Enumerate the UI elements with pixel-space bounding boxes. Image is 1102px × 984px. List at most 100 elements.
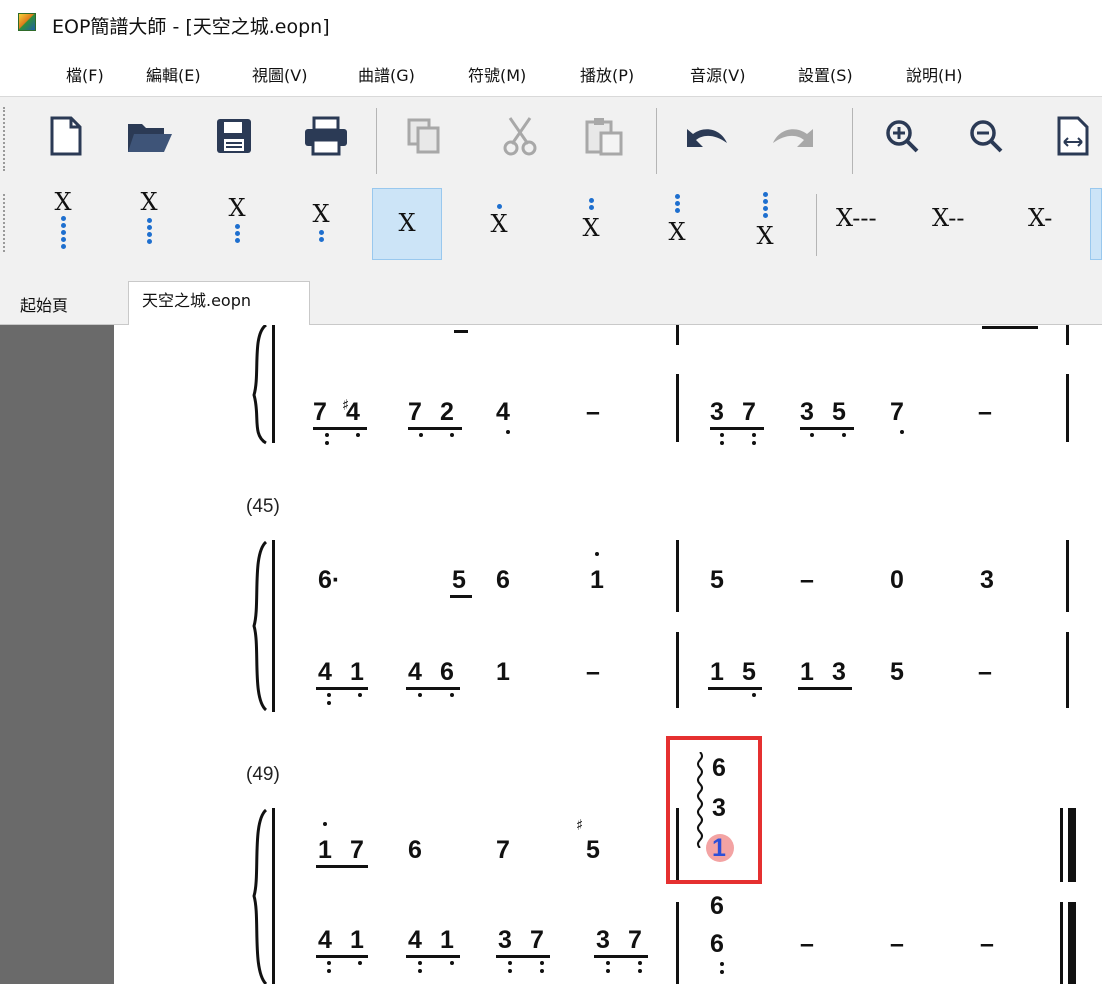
menu-view[interactable]: 視圖(V) — [252, 62, 307, 86]
duration-button-6[interactable]: X — [464, 188, 534, 260]
cut-icon[interactable] — [496, 112, 544, 160]
high-dot — [323, 822, 327, 826]
page-width-icon[interactable] — [1050, 112, 1098, 160]
duration-button-7[interactable]: X — [556, 188, 626, 260]
low-dot — [327, 969, 331, 973]
chord-note[interactable]: 6 — [712, 756, 726, 781]
note[interactable]: 0 — [890, 568, 904, 593]
note[interactable]: 7 — [628, 928, 642, 953]
note[interactable]: 4 — [408, 660, 422, 685]
note-dotted[interactable]: 6· — [318, 568, 340, 593]
note[interactable]: 1 — [350, 928, 364, 953]
low-dot — [419, 433, 423, 437]
note[interactable]: 3 — [832, 660, 846, 685]
rest-dash: – — [800, 930, 814, 958]
redo-icon[interactable] — [764, 112, 820, 160]
duration-button-2[interactable]: X — [114, 188, 184, 260]
page-margin — [0, 325, 114, 984]
note[interactable]: 7 — [350, 838, 364, 863]
toolbar-separator — [852, 108, 853, 174]
note[interactable]: 6 — [408, 838, 422, 863]
paste-icon[interactable] — [580, 112, 628, 160]
toolbar-grip[interactable] — [3, 194, 9, 252]
note[interactable]: 7 — [530, 928, 544, 953]
note[interactable]: 5 — [832, 400, 846, 425]
length-button-three-quarter[interactable]: X-- — [932, 204, 964, 232]
menu-score[interactable]: 曲譜(G) — [358, 62, 415, 86]
note[interactable]: 7 — [890, 400, 904, 425]
low-dot — [752, 693, 756, 697]
note[interactable]: 4 — [318, 928, 332, 953]
note[interactable]: 7 — [742, 400, 756, 425]
menu-file[interactable]: 檔(F) — [66, 62, 104, 86]
menu-help[interactable]: 說明(H) — [906, 62, 963, 86]
duration-button-8[interactable]: X — [642, 188, 712, 260]
menu-edit[interactable]: 編輯(E) — [146, 62, 201, 86]
copy-icon[interactable] — [400, 112, 448, 160]
duration-button-4[interactable]: X — [286, 188, 356, 260]
note[interactable]: 7 — [496, 838, 510, 863]
duration-button-9[interactable]: X — [730, 188, 800, 260]
length-button-half[interactable]: X- — [1028, 204, 1052, 232]
note[interactable]: 1 — [496, 660, 510, 685]
note-x-label: X — [398, 209, 416, 237]
toolbar-grip[interactable] — [3, 107, 9, 171]
menu-sound-source[interactable]: 音源(V) — [690, 62, 745, 86]
barline — [676, 374, 679, 442]
note[interactable]: 2 — [440, 400, 454, 425]
note[interactable]: 6 — [440, 660, 454, 685]
zoom-out-icon[interactable] — [962, 112, 1010, 160]
note[interactable]: 1 — [710, 660, 724, 685]
length-button-whole[interactable]: X--- — [836, 204, 877, 232]
note[interactable]: 3 — [800, 400, 814, 425]
chord-note[interactable]: 3 — [712, 796, 726, 821]
toolbar-separator — [656, 108, 657, 174]
toolbar-overflow-button[interactable] — [1090, 188, 1102, 260]
note[interactable]: 1 — [350, 660, 364, 685]
note[interactable]: 4 — [346, 400, 360, 425]
note[interactable]: 4 — [318, 660, 332, 685]
note[interactable]: 4 — [408, 928, 422, 953]
note[interactable]: 5 — [890, 660, 904, 685]
note[interactable]: 1 — [590, 568, 604, 593]
note[interactable]: 3 — [596, 928, 610, 953]
note[interactable]: 3 — [710, 400, 724, 425]
menu-symbol[interactable]: 符號(M) — [468, 62, 526, 86]
note-x-label: X — [54, 188, 72, 216]
zoom-in-icon[interactable] — [878, 112, 926, 160]
note[interactable]: 5 — [586, 838, 600, 863]
note[interactable]: 7 — [313, 400, 327, 425]
note[interactable]: 6 — [496, 568, 510, 593]
tab-score-file[interactable]: 天空之城.eopn — [142, 287, 251, 311]
chord-note[interactable]: 6 — [710, 894, 724, 919]
note[interactable]: 5 — [710, 568, 724, 593]
open-folder-icon[interactable] — [124, 112, 176, 160]
note[interactable]: 5 — [742, 660, 756, 685]
note[interactable]: 1 — [440, 928, 454, 953]
new-file-icon[interactable] — [42, 112, 90, 160]
note[interactable]: 4 — [496, 400, 510, 425]
duration-button-5-selected[interactable]: X — [372, 188, 442, 260]
menu-settings[interactable]: 設置(S) — [798, 62, 853, 86]
print-icon[interactable] — [300, 112, 352, 160]
rest-dash: – — [980, 930, 994, 958]
low-dot — [327, 961, 331, 965]
note[interactable]: 5 — [452, 568, 466, 593]
barline — [1066, 374, 1069, 442]
selected-chord-note[interactable]: 1 — [712, 836, 726, 861]
beam — [316, 687, 368, 690]
note[interactable]: 1 — [318, 838, 332, 863]
save-icon[interactable] — [210, 112, 258, 160]
tab-start-page[interactable]: 起始頁 — [20, 292, 68, 316]
note[interactable]: 1 — [800, 660, 814, 685]
note[interactable]: 3 — [498, 928, 512, 953]
duration-button-3[interactable]: X — [202, 188, 272, 260]
note[interactable]: 3 — [980, 568, 994, 593]
duration-button-1[interactable]: X — [28, 188, 98, 260]
chord-note[interactable]: 6 — [710, 932, 724, 957]
double-barline-thin — [1060, 902, 1063, 984]
toolbar-separator — [376, 108, 377, 174]
menu-play[interactable]: 播放(P) — [580, 62, 634, 86]
undo-icon[interactable] — [680, 112, 736, 160]
note[interactable]: 7 — [408, 400, 422, 425]
